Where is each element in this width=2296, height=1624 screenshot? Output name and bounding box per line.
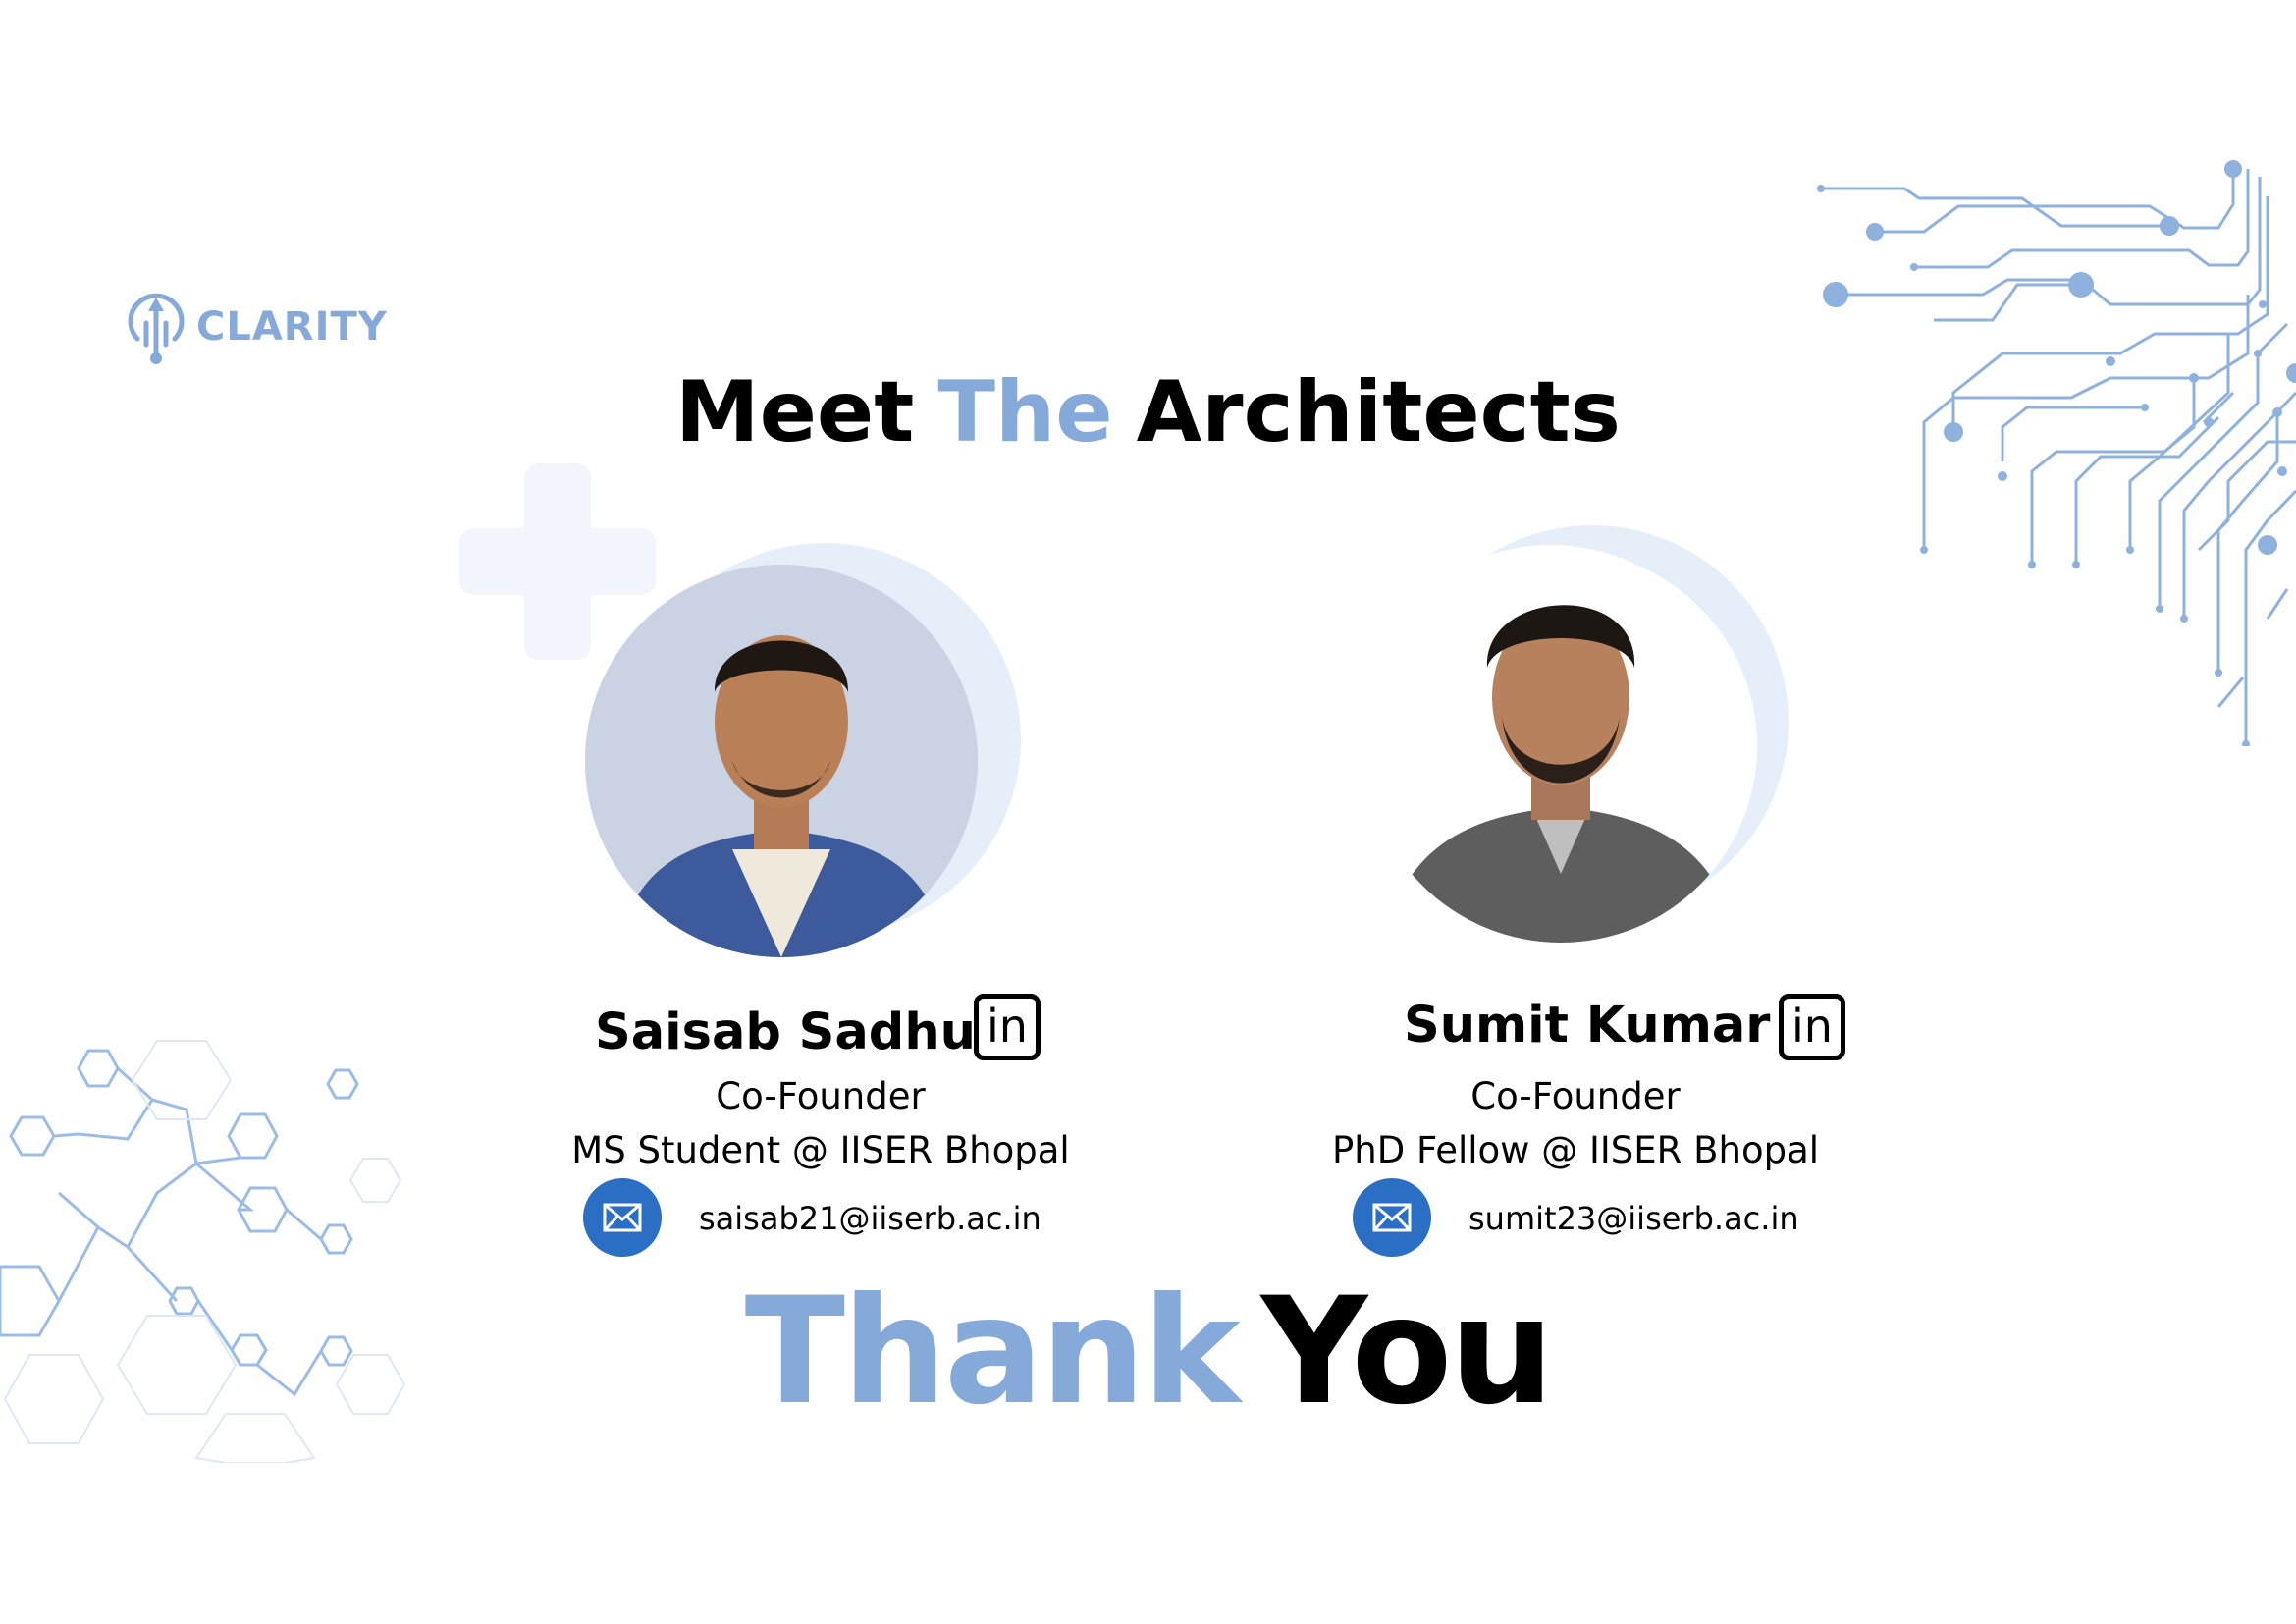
title-word-architects: Architects <box>1136 363 1621 461</box>
person-affiliation-sumit: PhD Fellow @ IISER Bhopal <box>1331 1129 1820 1171</box>
email-sumit[interactable]: sumit23@iiserb.ac.in <box>1468 1200 1799 1237</box>
person-affiliation-saisab: MS Student @ IISER Bhopal <box>571 1129 1070 1171</box>
brand-logo: CLARITY <box>126 288 388 366</box>
closing-title: Thank You <box>0 1267 2296 1437</box>
avatar-saisab <box>585 565 978 957</box>
person-role-saisab: Co-Founder <box>716 1075 926 1117</box>
title-word-the: The <box>937 363 1113 461</box>
avatar-sumit <box>1364 550 1757 943</box>
closing-word-you: You <box>1260 1267 1555 1437</box>
mail-icon <box>1372 1203 1412 1232</box>
brand-name: CLARITY <box>196 304 388 350</box>
mail-icon <box>603 1203 642 1232</box>
person-role-sumit: Co-Founder <box>1470 1075 1681 1117</box>
person-name-sumit: Sumit Kumar <box>1404 997 1771 1055</box>
email-saisab[interactable]: saisab21@iiserb.ac.in <box>699 1200 1041 1237</box>
plus-decoration-bar <box>459 528 656 595</box>
mail-button-saisab[interactable] <box>583 1178 662 1257</box>
person-name-saisab: Saisab Sadhu <box>595 1003 976 1061</box>
portrait-icon <box>1364 550 1757 943</box>
linkedin-icon[interactable]: in <box>974 994 1041 1060</box>
clarity-logo-icon <box>128 293 185 364</box>
portrait-icon <box>585 565 978 957</box>
linkedin-icon[interactable]: in <box>1779 994 1845 1060</box>
page-title: Meet The Architects <box>0 363 2296 461</box>
closing-word-thank: Thank <box>744 1267 1241 1437</box>
title-word-meet: Meet <box>675 363 915 461</box>
mail-button-sumit[interactable] <box>1353 1178 1431 1257</box>
